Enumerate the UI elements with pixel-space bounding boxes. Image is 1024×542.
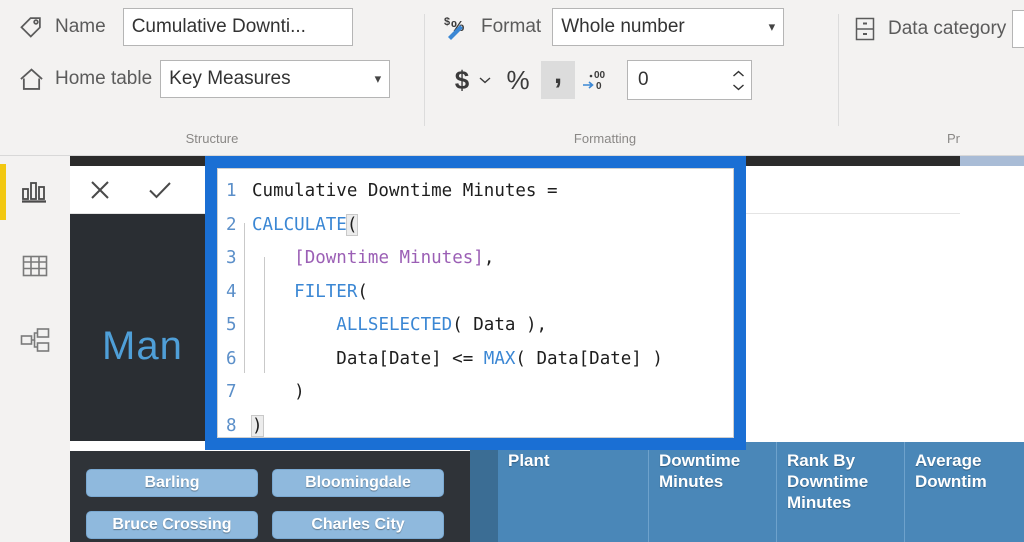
decimal-places-stepper[interactable]: 0 bbox=[627, 60, 752, 100]
home-table-label: Home table bbox=[55, 68, 153, 89]
name-row: Name Cumulative Downti... bbox=[16, 8, 353, 46]
currency-percent-icon: $ % bbox=[443, 12, 475, 42]
line-number: 6 bbox=[226, 348, 237, 369]
format-row: $ % Format Whole number ▾ bbox=[443, 8, 785, 46]
chevron-down-icon: ▾ bbox=[768, 19, 776, 34]
dax-editor-surface[interactable]: 1 Cumulative Downtime Minutes = 2 CALCULAT… bbox=[217, 168, 734, 438]
line-number: 5 bbox=[226, 315, 237, 335]
chevron-down-icon: ▾ bbox=[374, 71, 382, 86]
ribbon: Name Cumulative Downti... Home table Key… bbox=[0, 0, 1024, 156]
dax-function-allselected: ALLSELECTED bbox=[336, 315, 453, 335]
ribbon-group-properties: Data category Pr bbox=[839, 0, 1024, 156]
ribbon-group-formatting: $ % Format Whole number ▾ $ % , 00 0 0 F… bbox=[425, 0, 825, 156]
chevron-up-icon bbox=[733, 70, 744, 77]
line-number: 1 bbox=[226, 181, 237, 201]
indent-guide-1 bbox=[244, 223, 245, 373]
format-label: Format bbox=[481, 16, 542, 37]
dax-function-calculate: CALCULATE bbox=[252, 214, 347, 235]
format-value: Whole number bbox=[561, 16, 685, 37]
svg-text:00: 00 bbox=[594, 70, 606, 81]
line-number: 8 bbox=[226, 415, 237, 436]
canvas-top-scroll-track[interactable] bbox=[960, 156, 1024, 166]
table-visual-left-edge bbox=[470, 442, 498, 542]
slicer-option-bloomingdale[interactable]: Bloomingdale bbox=[272, 469, 444, 497]
home-table-row: Home table Key Measures ▾ bbox=[16, 60, 391, 98]
bar-chart-icon bbox=[20, 178, 50, 206]
table-header-plant[interactable]: Plant bbox=[498, 442, 648, 542]
line-number: 4 bbox=[226, 281, 237, 302]
sidebar-item-report-view[interactable] bbox=[0, 164, 70, 220]
cancel-formula-button[interactable] bbox=[70, 166, 130, 214]
home-table-value: Key Measures bbox=[169, 68, 291, 89]
data-category-row: Data category bbox=[851, 10, 1024, 48]
line-number: 2 bbox=[226, 214, 237, 235]
dax-function-filter: FILTER bbox=[294, 281, 358, 302]
slicer-option-barling[interactable]: Barling bbox=[86, 469, 258, 497]
group-label-structure: Structure bbox=[185, 131, 239, 146]
measure-name-input[interactable]: Cumulative Downti... bbox=[122, 8, 353, 46]
relationships-icon bbox=[19, 326, 51, 354]
slicer-option-charles-city[interactable]: Charles City bbox=[272, 511, 444, 539]
decimal-places-value: 0 bbox=[638, 69, 649, 90]
dax-line-1: Cumulative Downtime Minutes = bbox=[252, 181, 558, 201]
ribbon-group-structure: Name Cumulative Downti... Home table Key… bbox=[0, 0, 424, 156]
thousands-separator-button[interactable]: , bbox=[541, 57, 575, 99]
group-label-formatting: Formatting bbox=[573, 131, 637, 146]
dax-formula-editor[interactable]: 1 Cumulative Downtime Minutes = 2 CALCULAT… bbox=[205, 156, 746, 450]
table-header-rank-by-downtime-minutes[interactable]: Rank By Downtime Minutes bbox=[776, 442, 904, 542]
currency-format-button[interactable]: $ bbox=[449, 61, 475, 99]
percent-format-button[interactable]: % bbox=[501, 61, 535, 99]
downtime-table-visual: Plant Downtime Minutes Rank By Downtime … bbox=[470, 442, 1024, 542]
left-navigation-rail bbox=[0, 156, 70, 542]
svg-text:0: 0 bbox=[596, 81, 602, 92]
cabinet-icon bbox=[851, 15, 879, 43]
svg-text:$: $ bbox=[444, 16, 450, 28]
accept-formula-button[interactable] bbox=[130, 166, 190, 214]
sidebar-item-data-view[interactable] bbox=[0, 238, 70, 294]
currency-dropdown-chevron-icon[interactable] bbox=[475, 61, 495, 99]
indent-guide-2 bbox=[264, 257, 265, 373]
dax-paren-close: ) bbox=[251, 414, 264, 437]
data-category-select[interactable] bbox=[1012, 10, 1024, 48]
group-label-properties: Pr bbox=[947, 131, 960, 146]
measure-name-value: Cumulative Downti... bbox=[131, 16, 306, 37]
dax-paren-open: ( bbox=[345, 213, 359, 236]
table-header-downtime-minutes[interactable]: Downtime Minutes bbox=[648, 442, 776, 542]
dax-function-max: MAX bbox=[483, 348, 516, 369]
name-label: Name bbox=[55, 16, 106, 37]
report-title-partial: Man bbox=[102, 324, 183, 368]
dax-code-text[interactable]: 1 Cumulative Downtime Minutes = 2 CALCULAT… bbox=[218, 169, 733, 437]
decrease-decimals-button[interactable]: 00 0 bbox=[577, 61, 615, 99]
slicer-option-bruce-crossing[interactable]: Bruce Crossing bbox=[86, 511, 258, 539]
home-table-select[interactable]: Key Measures ▾ bbox=[160, 60, 391, 98]
home-icon bbox=[16, 64, 46, 94]
dax-measure-reference: [Downtime Minutes] bbox=[294, 248, 484, 268]
table-grid-icon bbox=[20, 252, 50, 280]
stepper-arrows[interactable] bbox=[732, 70, 745, 91]
format-select[interactable]: Whole number ▾ bbox=[552, 8, 785, 46]
format-buttons-row: $ % , 00 0 0 bbox=[449, 57, 752, 100]
sidebar-item-model-view[interactable] bbox=[0, 312, 70, 368]
data-category-label: Data category bbox=[888, 18, 1007, 39]
line-number: 7 bbox=[226, 382, 237, 402]
plant-slicer-panel: Barling Bloomingdale Bruce Crossing Char… bbox=[70, 451, 470, 542]
tag-icon bbox=[16, 12, 46, 42]
chevron-down-icon bbox=[733, 83, 744, 90]
line-number: 3 bbox=[226, 248, 237, 268]
table-header-average-downtime[interactable]: Average Downtim bbox=[904, 442, 1024, 542]
